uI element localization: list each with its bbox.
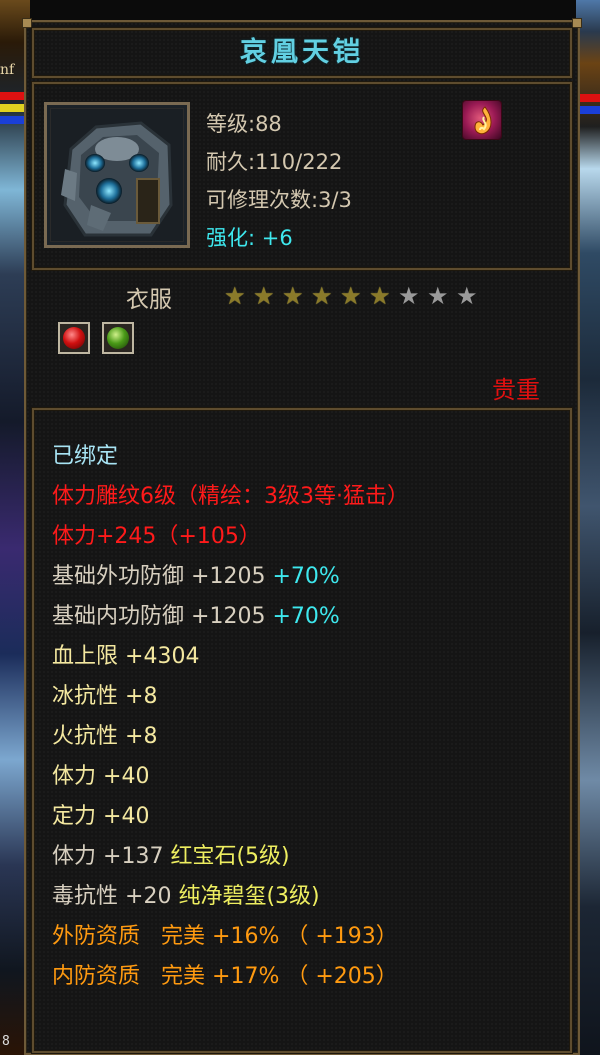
star-empty-icon: ★ (398, 282, 420, 310)
ext-defense-value: +1205 (191, 564, 266, 589)
star-filled-icon: ★ (224, 282, 246, 310)
calm-value: +40 (103, 804, 150, 829)
gem-slot-1[interactable] (58, 322, 90, 354)
red-gem-icon (63, 327, 85, 349)
ice-res-value: +8 (125, 684, 158, 709)
gem-vitality-line: 体力 +137 红宝石(5级) (52, 838, 290, 870)
int-quality-pct: +17% (212, 964, 280, 989)
int-quality-grade: 完美 (161, 964, 206, 989)
vitality-carve-bonus: +105 (178, 524, 239, 549)
int-quality-bonus: （ +205） (286, 964, 398, 989)
exp-bar-sliver (0, 116, 24, 124)
int-quality-label: 内防资质 (52, 964, 141, 989)
gem-slot-2[interactable] (102, 322, 134, 354)
armor-icon (51, 109, 183, 241)
ext-quality-bonus: （ +193） (286, 924, 398, 949)
hp-line: 血上限 +4304 (52, 638, 199, 670)
item-durability: 耐久:110/222 (206, 150, 343, 174)
int-defense-value: +1205 (191, 604, 266, 629)
star-empty-icon: ★ (456, 282, 478, 310)
star-filled-icon: ★ (311, 282, 333, 310)
ext-quality-label: 外防资质 (52, 924, 141, 949)
ext-defense-pct: +70% (272, 564, 340, 589)
poison-res-value: +20 (125, 884, 172, 909)
fire-res-value: +8 (125, 724, 158, 749)
poison-res-label: 毒抗性 (52, 884, 119, 909)
hp-label: 血上限 (52, 644, 119, 669)
gem-vitality-label: 体力 (52, 844, 97, 869)
frame-corner (22, 18, 32, 28)
enhance-label: 强化: (206, 226, 256, 250)
item-level: 等级:88 (206, 112, 282, 136)
gem2-level: (3级) (266, 884, 320, 909)
enhance-value: +6 (261, 226, 293, 250)
item-name: 哀凰天铠 (240, 37, 364, 68)
bound-status: 已绑定 (52, 444, 119, 469)
ext-defense-line: 基础外功防御 +1205 +70% (52, 558, 340, 590)
star-filled-icon: ★ (340, 282, 362, 310)
poison-res-line: 毒抗性 +20 纯净碧玺(3级) (52, 878, 320, 910)
gem-vitality-value: +137 (103, 844, 164, 869)
star-empty-icon: ★ (427, 282, 449, 310)
mp-bar-sliver (0, 104, 24, 112)
item-rarity: 贵重 (492, 376, 540, 404)
hp-value: +4304 (125, 644, 200, 669)
ice-res-line: 冰抗性 +8 (52, 678, 157, 710)
int-defense-pct: +70% (272, 604, 340, 629)
gem1-name: 红宝石 (170, 844, 237, 869)
green-gem-icon (107, 327, 129, 349)
vitality-value: +40 (103, 764, 150, 789)
fire-res-label: 火抗性 (52, 724, 119, 749)
int-defense-line: 基础内功防御 +1205 +70% (52, 598, 340, 630)
int-defense-label: 基础内功防御 (52, 604, 185, 629)
gem1-level: (5级) (236, 844, 290, 869)
fire-res-line: 火抗性 +8 (52, 718, 157, 750)
frame-corner (572, 18, 582, 28)
scene-number: 8 (2, 1034, 10, 1049)
vitality-label: 体力 (52, 764, 97, 789)
calm-label: 定力 (52, 804, 97, 829)
hp-bar-sliver (0, 92, 24, 100)
item-tooltip: 哀凰天铠 等级:88 耐久:110/222 可修理次数:3/3 强化: +6 衣… (22, 18, 582, 1055)
calm-line: 定力 +40 (52, 798, 149, 830)
ext-quality-grade: 完美 (161, 924, 206, 949)
flame-badge-icon (462, 100, 502, 140)
ext-quality-pct: +16% (212, 924, 280, 949)
item-type: 衣服 (126, 287, 172, 313)
ice-res-label: 冰抗性 (52, 684, 119, 709)
vitality-carve-close: ） (238, 524, 261, 549)
carve-text: 体力雕纹6级（ (52, 484, 198, 509)
int-quality-line: 内防资质 完美 +17% （ +205） (52, 958, 398, 990)
carve-detail: 精绘：3级3等·猛击 (198, 484, 387, 509)
item-enhance: 强化: +6 (206, 222, 293, 252)
ext-quality-line: 外防资质 完美 +16% （ +193） (52, 918, 398, 950)
item-portrait (44, 102, 190, 248)
carve-close: ） (387, 484, 410, 509)
star-filled-icon: ★ (282, 282, 304, 310)
vitality-carve-text: 体力+245（ (52, 524, 179, 549)
star-filled-icon: ★ (369, 282, 391, 310)
vitality-carve-line: 体力+245（+105） (52, 518, 261, 550)
item-repair-count: 可修理次数:3/3 (206, 188, 352, 212)
vitality-line: 体力 +40 (52, 758, 149, 790)
star-filled-icon: ★ (253, 282, 275, 310)
title-frame: 哀凰天铠 (32, 28, 572, 78)
ext-defense-label: 基础外功防御 (52, 564, 185, 589)
info-frame: 等级:88 耐久:110/222 可修理次数:3/3 强化: +6 (32, 82, 572, 270)
carve-line: 体力雕纹6级（精绘：3级3等·猛击） (52, 478, 409, 510)
gem2-name: 纯净碧玺 (178, 884, 267, 909)
scene-text: nf (0, 62, 15, 78)
attributes-frame: 已绑定 体力雕纹6级（精绘：3级3等·猛击） 体力+245（+105） 基础外功… (32, 408, 572, 1053)
